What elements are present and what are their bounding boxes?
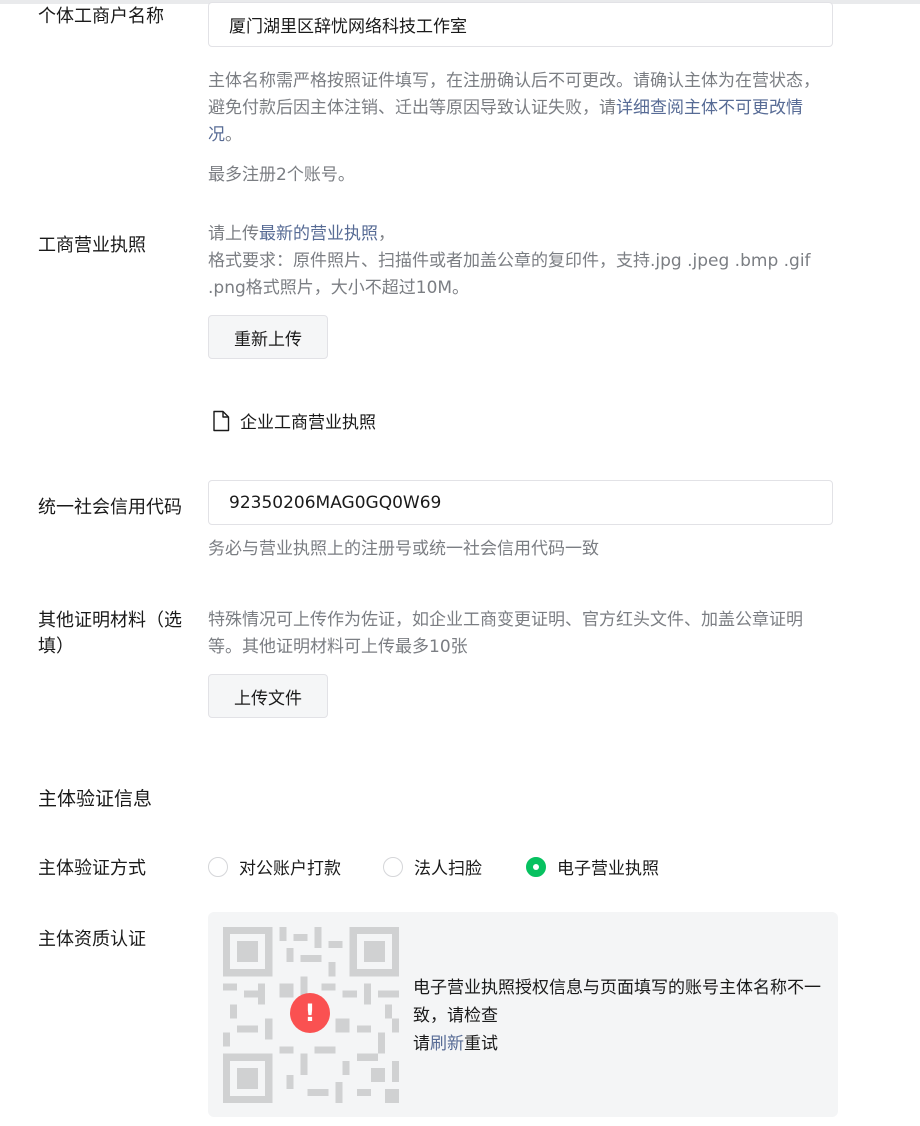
radio-label: 电子营业执照 bbox=[557, 859, 659, 879]
business-license-hint: 请上传最新的营业执照， 格式要求：原件照片、扫描件或者加盖公章的复印件，支持.j… bbox=[208, 221, 838, 302]
radio-corporate-transfer[interactable]: 对公账户打款 bbox=[208, 854, 341, 879]
reupload-button[interactable]: 重新上传 bbox=[208, 315, 328, 359]
document-icon bbox=[213, 410, 230, 431]
entity-name-input[interactable] bbox=[208, 2, 833, 47]
license-format-requirements: 格式要求：原件照片、扫描件或者加盖公章的复印件，支持.jpg .jpeg .bm… bbox=[208, 251, 811, 298]
qr-panel: ! 电子营业执照授权信息与页面填写的账号主体名称不一致，请检查 请刷新重试 bbox=[208, 912, 838, 1117]
latest-license-link[interactable]: 最新的营业执照 bbox=[259, 224, 378, 244]
refresh-link[interactable]: 刷新 bbox=[430, 1034, 464, 1054]
verification-method-group: 对公账户打款 法人扫脸 电子营业执照 bbox=[208, 854, 701, 879]
qr-error-message: 电子营业执照授权信息与页面填写的账号主体名称不一致，请检查 请刷新重试 bbox=[413, 974, 833, 1058]
business-license-label: 工商营业执照 bbox=[38, 235, 146, 256]
other-materials-hint: 特殊情况可上传作为佐证，如企业工商变更证明、官方红头文件、加盖公章证明等。其他证… bbox=[208, 610, 803, 657]
verification-section-title: 主体验证信息 bbox=[38, 788, 153, 810]
account-limit-text: 最多注册2个账号。 bbox=[208, 165, 355, 185]
qualification-label: 主体资质认证 bbox=[38, 929, 146, 950]
qr-error-text: 电子营业执照授权信息与页面填写的账号主体名称不一致，请检查 bbox=[413, 978, 821, 1026]
license-hint-comma: ， bbox=[378, 224, 395, 244]
exclamation-icon: ! bbox=[290, 993, 330, 1033]
entity-name-hint-end: 。 bbox=[225, 125, 242, 145]
entity-name-hint: 主体名称需严格按照证件填写，在注册确认后不可更改。请确认主体为在营状态，避免付款… bbox=[208, 68, 833, 149]
radio-label: 法人扫脸 bbox=[414, 859, 482, 879]
other-materials-label: 其他证明材料（选填） bbox=[38, 610, 182, 658]
license-hint-prefix: 请上传 bbox=[208, 224, 259, 244]
uploaded-file[interactable]: 企业工商营业执照 bbox=[212, 408, 376, 433]
upload-file-button[interactable]: 上传文件 bbox=[208, 674, 328, 718]
credit-code-input[interactable] bbox=[208, 480, 833, 525]
entity-name-label: 个体工商户名称 bbox=[38, 6, 164, 27]
refresh-suffix: 重试 bbox=[464, 1034, 498, 1054]
file-name: 企业工商营业执照 bbox=[240, 413, 376, 433]
page: 个体工商户名称 主体名称需严格按照证件填写，在注册确认后不可更改。请确认主体为在… bbox=[0, 0, 920, 1126]
refresh-prefix: 请 bbox=[413, 1034, 430, 1054]
radio-circle-checked[interactable] bbox=[526, 856, 546, 877]
credit-code-label: 统一社会信用代码 bbox=[38, 497, 182, 518]
radio-circle[interactable] bbox=[383, 856, 403, 877]
radio-label: 对公账户打款 bbox=[239, 859, 341, 879]
radio-circle[interactable] bbox=[208, 856, 228, 877]
verification-method-label: 主体验证方式 bbox=[38, 858, 146, 879]
radio-electronic-license[interactable]: 电子营业执照 bbox=[526, 854, 659, 879]
radio-legal-face-scan[interactable]: 法人扫脸 bbox=[383, 854, 482, 879]
credit-code-hint: 务必与营业执照上的注册号或统一社会信用代码一致 bbox=[208, 539, 599, 559]
